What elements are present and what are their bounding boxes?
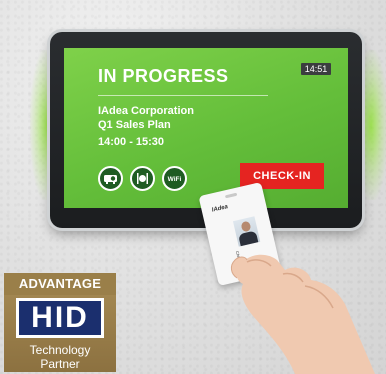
meeting-status: IN PROGRESS bbox=[98, 66, 229, 86]
status-divider bbox=[98, 95, 268, 96]
badge-advantage-label: ADVANTAGE bbox=[4, 273, 116, 295]
clock-display: 14:51 bbox=[301, 63, 331, 75]
badge-line-technology: Technology bbox=[29, 343, 91, 357]
card-slot-hole bbox=[224, 192, 238, 199]
projector-icon bbox=[98, 166, 123, 191]
organizer-name: IAdea Corporation bbox=[98, 105, 194, 117]
wifi-icon: WiFi bbox=[162, 166, 187, 191]
wifi-icon-label: WiFi bbox=[168, 176, 182, 183]
badge-line-partner: Partner bbox=[40, 357, 80, 371]
dining-icon bbox=[130, 166, 155, 191]
hand-image bbox=[230, 254, 375, 374]
hid-logo: HID bbox=[16, 298, 104, 338]
card-logo: IAdea bbox=[211, 204, 229, 214]
meeting-time: 14:00 - 15:30 bbox=[98, 136, 165, 148]
meeting-title: Q1 Sales Plan bbox=[98, 119, 171, 131]
